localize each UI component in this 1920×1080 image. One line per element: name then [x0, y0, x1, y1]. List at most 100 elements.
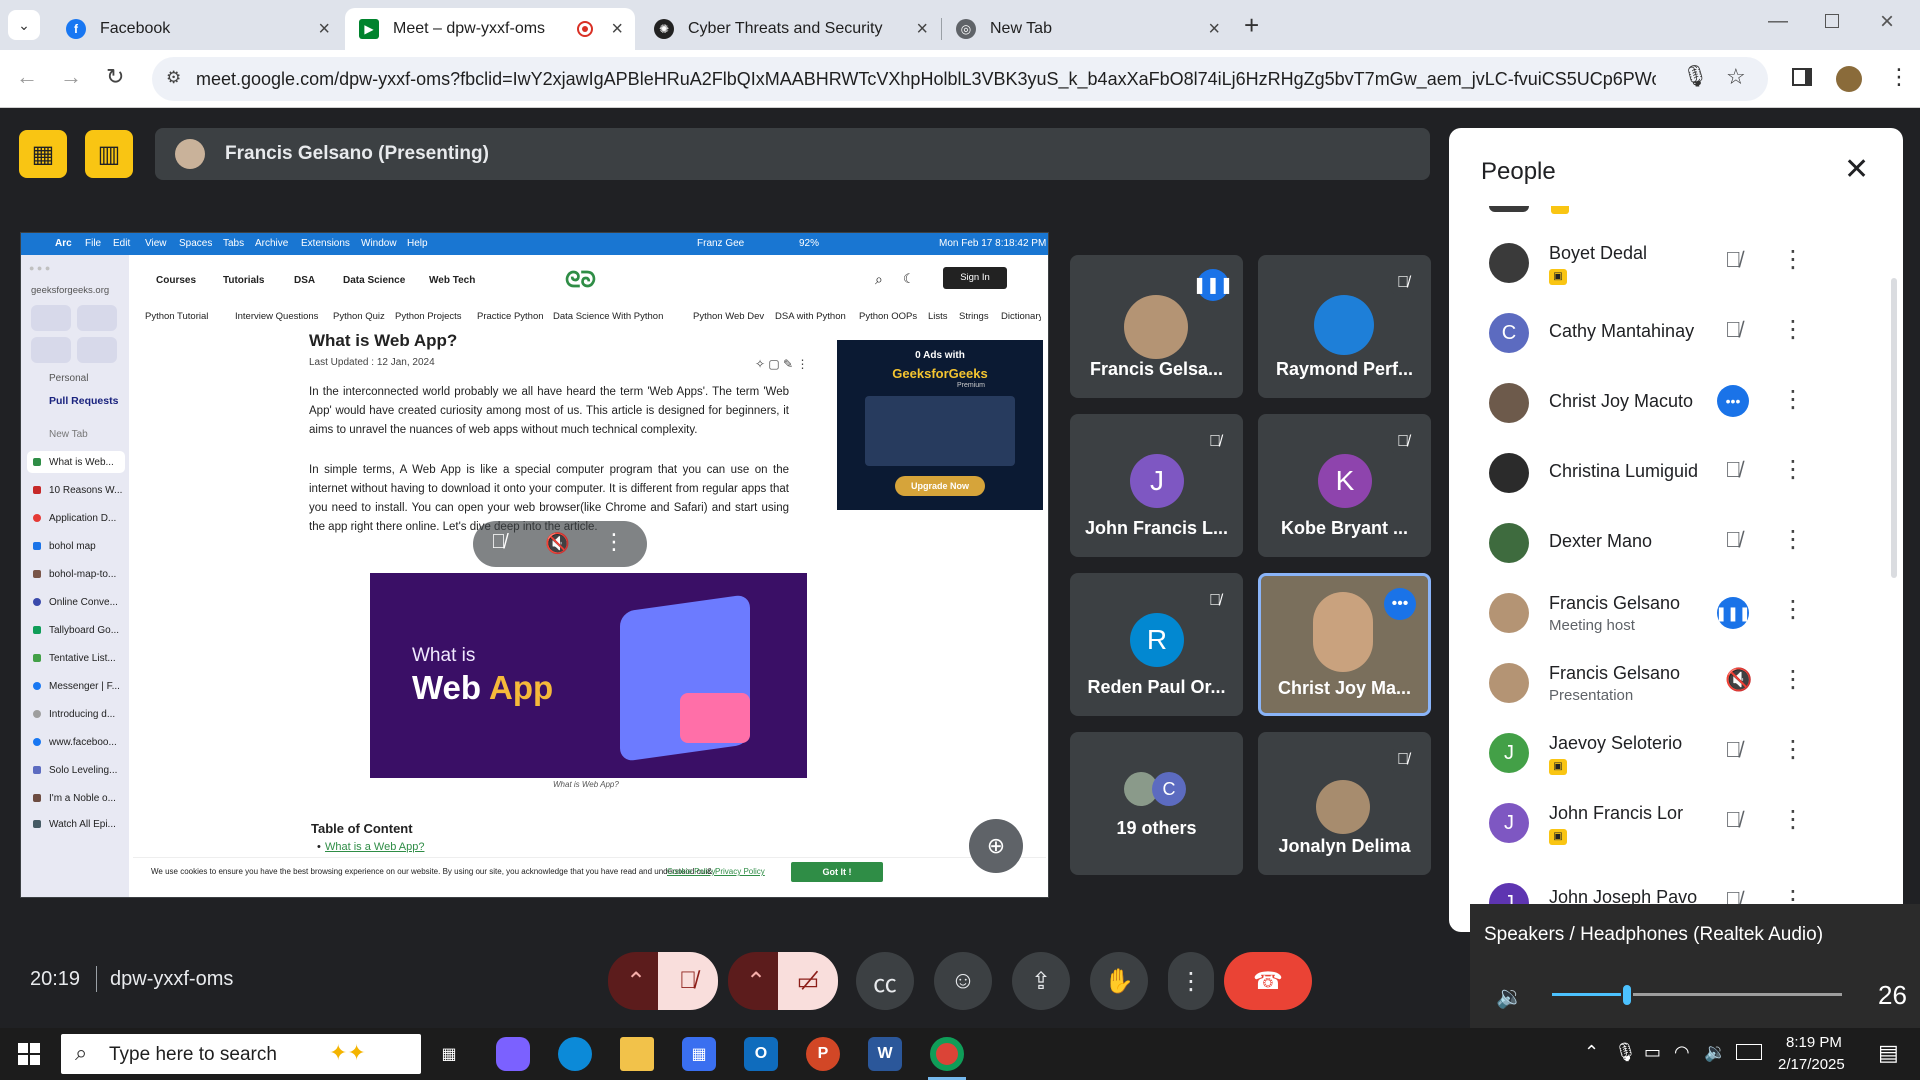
mic-off-icon[interactable]: 🎙̸	[1725, 737, 1742, 763]
taskbar-time[interactable]: 8:19 PM	[1786, 1034, 1842, 1051]
article-actions[interactable]: ✧ ▢ ✎ ⋮	[755, 357, 808, 371]
participant-row[interactable]: Christ Joy Macuto ••• ⋮	[1449, 373, 1903, 443]
tray-chevron-icon[interactable]: ⌃	[1584, 1042, 1599, 1063]
more-options-icon[interactable]: ⋮	[603, 529, 625, 555]
close-tab-icon[interactable]: ×	[1208, 18, 1220, 41]
close-tab-icon[interactable]: ×	[611, 18, 623, 41]
participant-row[interactable]: Dexter Mano 🎙̸ ⋮	[1449, 513, 1903, 583]
chrome-icon[interactable]	[930, 1037, 964, 1071]
sidebar-tab[interactable]: Introducing d...	[27, 703, 125, 725]
word-icon[interactable]: W	[868, 1037, 902, 1071]
address-bar[interactable]: ⚙ meet.google.com/dpw-yxxf-oms?fbclid=Iw…	[152, 57, 1768, 101]
participant-row[interactable]: J Jaevoy Seloterio ▣ 🎙̸ ⋮	[1449, 723, 1903, 793]
more-options-icon[interactable]: ⋮	[1781, 665, 1805, 694]
tab-meet[interactable]: ▶ Meet – dpw-yxxf-oms ×	[345, 8, 635, 50]
people-scrollbar[interactable]	[1891, 278, 1897, 578]
volume-off-icon[interactable]: 🔇	[545, 531, 570, 556]
edge-icon[interactable]	[558, 1037, 592, 1071]
favorite-gmail-3[interactable]	[77, 337, 117, 363]
volume-slider[interactable]	[1552, 983, 1842, 1007]
subnav-item[interactable]: Data Science With Python	[553, 311, 663, 322]
present-screen-button[interactable]: ⇪	[1012, 952, 1070, 1010]
more-options-icon[interactable]: ⋮	[1781, 385, 1805, 414]
sidebar-tab[interactable]: bohol map	[27, 535, 125, 557]
file-explorer-icon[interactable]	[620, 1037, 654, 1071]
others-tile[interactable]: C 19 others	[1070, 732, 1243, 875]
participant-row[interactable]: Francis Gelsano Meeting host ❚❚❚ ⋮	[1449, 583, 1903, 653]
more-options-button[interactable]: ⋮	[1168, 952, 1214, 1010]
mic-off-icon[interactable]: 🎙̸	[491, 531, 506, 554]
nav-data-science[interactable]: Data Science	[343, 275, 405, 286]
side-panel-icon[interactable]	[1792, 68, 1812, 86]
new-tab-button[interactable]: +	[1244, 10, 1259, 41]
subnav-item[interactable]: Lists	[928, 311, 948, 322]
privacy-policy-link[interactable]: Privacy Policy	[715, 867, 765, 876]
participant-row[interactable]: Christina Lumiguid 🎙̸ ⋮	[1449, 443, 1903, 513]
participant-tile[interactable]: R 🎙̸ Reden Paul Or...	[1070, 573, 1243, 716]
favorite-facebook[interactable]	[77, 305, 117, 331]
close-icon[interactable]: ✕	[1844, 152, 1869, 187]
notification-icon[interactable]: ▤	[1878, 1040, 1899, 1066]
toc-link[interactable]: What is a Web App?	[325, 841, 424, 853]
speaker-icon[interactable]: 🔉	[1496, 984, 1523, 1010]
page-search-icon[interactable]: ⌕	[875, 271, 883, 288]
more-options-icon[interactable]: ⋮	[1781, 315, 1805, 344]
close-window-button[interactable]: ×	[1880, 8, 1894, 36]
presentation-layout-button[interactable]: ▦	[19, 130, 67, 178]
camera-toggle-button[interactable]: ▭̸	[778, 952, 838, 1010]
volume-off-icon[interactable]: 🔇	[1725, 667, 1752, 693]
mic-off-icon[interactable]: 🎙̸	[1725, 527, 1742, 553]
sidebar-tab[interactable]: I'm a Noble o...	[27, 787, 125, 809]
new-tab-item[interactable]: New Tab	[49, 429, 88, 440]
favorite-gmail-1[interactable]	[31, 305, 71, 331]
taskbar-search[interactable]: ⌕ Type here to search ✦✦	[61, 1034, 421, 1074]
subnav-item[interactable]: DSA with Python	[775, 311, 846, 322]
more-options-icon[interactable]: ⋮	[1781, 805, 1805, 834]
sidebar-tab-active[interactable]: What is Web...	[27, 451, 125, 473]
subnav-item[interactable]: Python Projects	[395, 311, 462, 322]
participant-tile[interactable]: ❚❚❚ Francis Gelsa...	[1070, 255, 1243, 398]
subnav-item[interactable]: Python OOPs	[859, 311, 917, 322]
mic-off-icon[interactable]: 🎙̸	[1725, 457, 1742, 483]
outlook-icon[interactable]: O	[744, 1037, 778, 1071]
sidebar-tab[interactable]: www.faceboo...	[27, 731, 125, 753]
restore-button[interactable]	[1825, 14, 1839, 28]
raise-hand-button[interactable]: ✋	[1090, 952, 1148, 1010]
browser-menu-icon[interactable]: ⋮	[1888, 64, 1910, 90]
zoom-in-button[interactable]: ⊕	[969, 819, 1023, 873]
more-options-icon[interactable]: ⋮	[1781, 525, 1805, 554]
tab-new-tab[interactable]: ◎ New Tab ×	[942, 8, 1232, 50]
participant-tile[interactable]: J 🎙̸ John Francis L...	[1070, 414, 1243, 557]
nav-tutorials[interactable]: Tutorials	[223, 275, 264, 286]
microphone-icon[interactable]: 🎙	[1682, 65, 1709, 89]
leave-call-button[interactable]: ☎	[1224, 952, 1312, 1010]
windows-start-icon[interactable]	[18, 1043, 40, 1065]
mic-off-icon[interactable]: 🎙̸	[1725, 317, 1742, 343]
more-options-icon[interactable]: ⋮	[1781, 455, 1805, 484]
audio-options-button[interactable]: ⌃	[608, 952, 664, 1010]
captions-button[interactable]: ㏄	[856, 952, 914, 1010]
store-icon[interactable]: ▦	[682, 1037, 716, 1071]
subnav-item[interactable]: Practice Python	[477, 311, 544, 322]
close-tab-icon[interactable]: ×	[916, 18, 928, 41]
sidebar-tab[interactable]: bohol-map-to...	[27, 563, 125, 585]
favorite-gmail-2[interactable]	[31, 337, 71, 363]
nav-courses[interactable]: Courses	[156, 275, 196, 286]
nav-web-tech[interactable]: Web Tech	[429, 275, 475, 286]
profile-avatar[interactable]	[1836, 66, 1862, 92]
got-it-button[interactable]: Got It !	[791, 862, 883, 882]
forward-icon[interactable]: →	[60, 64, 82, 90]
meeting-code[interactable]: dpw-yxxf-oms	[110, 968, 233, 991]
tray-network-icon[interactable]: ◠	[1674, 1042, 1690, 1063]
mic-off-icon[interactable]: 🎙̸	[1725, 807, 1742, 833]
audio-device-name[interactable]: Speakers / Headphones (Realtek Audio)	[1484, 924, 1823, 946]
microphone-toggle-button[interactable]: 🎙̸	[658, 952, 718, 1010]
back-icon[interactable]: ←	[16, 64, 38, 90]
subnav-item[interactable]: Interview Questions	[235, 311, 318, 322]
sidebar-tab[interactable]: Tallyboard Go...	[27, 619, 125, 641]
reload-icon[interactable]: ↻	[106, 64, 124, 90]
tab-search-button[interactable]: ⌄	[8, 10, 40, 40]
more-activity-icon[interactable]: •••	[1717, 385, 1749, 417]
sign-in-button[interactable]: Sign In	[943, 267, 1007, 289]
bookmark-star-icon[interactable]: ☆	[1726, 64, 1746, 90]
